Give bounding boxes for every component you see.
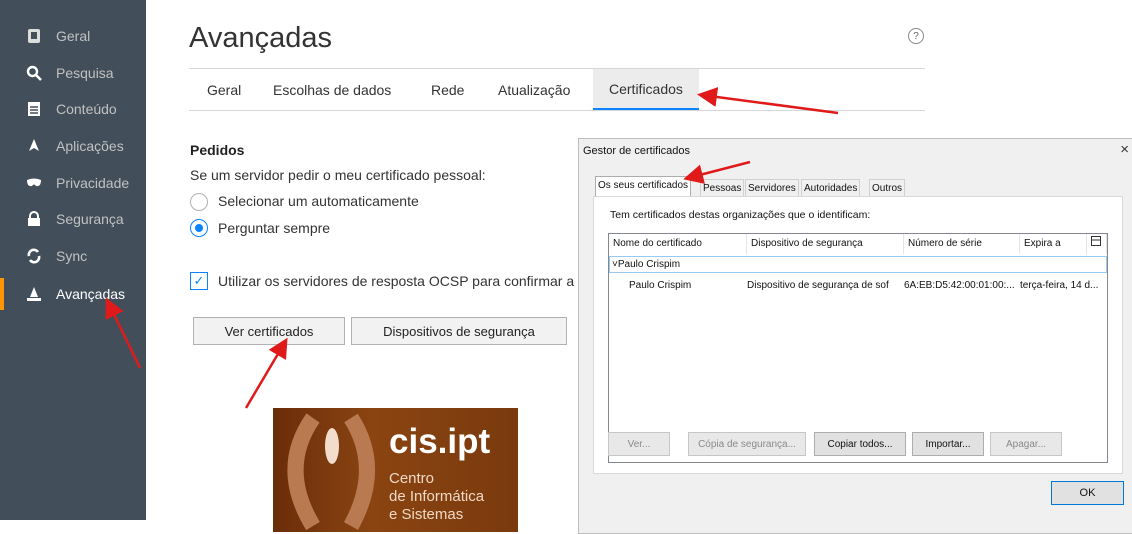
sidebar-item-sync[interactable]: Sync [0, 240, 146, 272]
logo-mark-icon [287, 413, 375, 531]
document-icon [26, 101, 42, 117]
tab-outros[interactable]: Outros [869, 179, 906, 197]
sidebar-item-avancadas[interactable]: Avançadas [0, 278, 146, 310]
view-certificates-button[interactable]: Ver certificados [193, 317, 345, 345]
page-title: Avançadas [189, 22, 332, 54]
tab-escolhas-de-dados[interactable]: Escolhas de dados [273, 69, 391, 110]
tab-geral[interactable]: Geral [207, 69, 241, 110]
ocsp-label[interactable]: Utilizar os servidores de resposta OCSP … [218, 273, 593, 289]
logo-line: de Informática [389, 488, 485, 505]
sidebar-item-label: Segurança [56, 211, 124, 227]
radio-ask-label[interactable]: Perguntar sempre [218, 220, 330, 236]
import-button[interactable]: Importar... [912, 432, 984, 456]
backup-all-button[interactable]: Copiar todos... [814, 432, 906, 456]
sidebar-item-pesquisa[interactable]: Pesquisa [0, 57, 146, 89]
sidebar-item-label: Sync [56, 248, 88, 264]
tab-atualizacao[interactable]: Atualização [498, 69, 570, 110]
logo-line: e Sistemas [389, 506, 464, 523]
sidebar-item-label: Avançadas [56, 286, 126, 302]
section-description: Se um servidor pedir o meu certificado p… [190, 167, 486, 183]
sidebar-item-label: Geral [56, 28, 91, 44]
dialog-title: Gestor de certificados [583, 145, 690, 157]
tab-autoridades[interactable]: Autoridades [801, 179, 861, 197]
cell-expires[interactable]: terça-feira, 14 d... [1020, 280, 1098, 291]
certificate-manager-dialog: Gestor de certificados × Os seus certifi… [578, 138, 1132, 534]
ocsp-checkbox[interactable]: ✓ [190, 272, 208, 290]
column-picker-icon[interactable] [1087, 234, 1107, 254]
close-icon[interactable]: × [1120, 141, 1129, 158]
help-icon[interactable]: ? [908, 28, 924, 44]
dialog-description: Tem certificados destas organizações que… [610, 209, 871, 221]
dialog-panel: Tem certificados destas organizações que… [593, 196, 1123, 474]
sidebar-item-label: Conteúdo [56, 101, 117, 117]
security-devices-button[interactable]: Dispositivos de segurança [351, 317, 567, 345]
divider [189, 110, 925, 111]
radio-auto[interactable] [190, 193, 208, 211]
tab-servidores[interactable]: Servidores [745, 179, 799, 197]
sidebar-item-geral[interactable]: Geral [0, 20, 146, 52]
tab-os-seus-certificados[interactable]: Os seus certificados [595, 176, 692, 197]
cell-serial[interactable]: 6A:EB:D5:42:00:01:00:... [904, 280, 1015, 291]
arrow-to-view-certificates [244, 337, 288, 409]
certificate-table[interactable]: Nome do certificado Dispositivo de segur… [608, 233, 1108, 463]
section-title: Pedidos [190, 142, 245, 158]
view-button[interactable]: Ver... [608, 432, 670, 456]
sidebar: Geral Pesquisa Conteúdo Aplicações Priva… [0, 0, 146, 520]
page-icon [26, 28, 42, 44]
sidebar-item-aplicacoes[interactable]: Aplicações [0, 130, 146, 162]
tab-pessoas[interactable]: Pessoas [700, 179, 745, 197]
sync-icon [26, 248, 42, 264]
cell-device[interactable]: Dispositivo de segurança de sof [747, 280, 889, 291]
lock-icon [26, 211, 42, 227]
ok-button[interactable]: OK [1051, 481, 1124, 505]
sidebar-item-privacidade[interactable]: Privacidade [0, 167, 146, 199]
table-row[interactable]: ˅Paulo Crispim [609, 256, 1107, 273]
cis-ipt-logo: cis.ipt Centro de Informática e Sistemas [273, 408, 518, 532]
delete-button[interactable]: Apagar... [990, 432, 1062, 456]
column-header-name[interactable]: Nome do certificado [609, 234, 747, 254]
search-icon [26, 65, 42, 81]
backup-button[interactable]: Cópia de segurança... [688, 432, 806, 456]
tab-certificados[interactable]: Certificados [593, 69, 699, 110]
sidebar-item-label: Privacidade [56, 175, 130, 191]
mask-icon [26, 175, 42, 191]
sidebar-item-conteudo[interactable]: Conteúdo [0, 93, 146, 125]
sidebar-item-label: Pesquisa [56, 65, 114, 81]
logo-title: cis.ipt [389, 422, 491, 461]
wizard-icon [26, 286, 42, 302]
rocket-icon [26, 138, 42, 154]
sidebar-item-label: Aplicações [56, 138, 124, 154]
radio-auto-label[interactable]: Selecionar um automaticamente [218, 193, 419, 209]
column-header-device[interactable]: Dispositivo de segurança [747, 234, 904, 254]
logo-line: Centro [389, 470, 435, 487]
column-header-serial[interactable]: Número de série [904, 234, 1020, 254]
group-label: Paulo Crispim [617, 259, 681, 270]
column-header-expires[interactable]: Expira a [1020, 234, 1087, 254]
sidebar-item-seguranca[interactable]: Segurança [0, 203, 146, 235]
cell-name[interactable]: Paulo Crispim [629, 280, 691, 291]
radio-ask[interactable] [190, 219, 208, 237]
tab-rede[interactable]: Rede [431, 69, 464, 110]
